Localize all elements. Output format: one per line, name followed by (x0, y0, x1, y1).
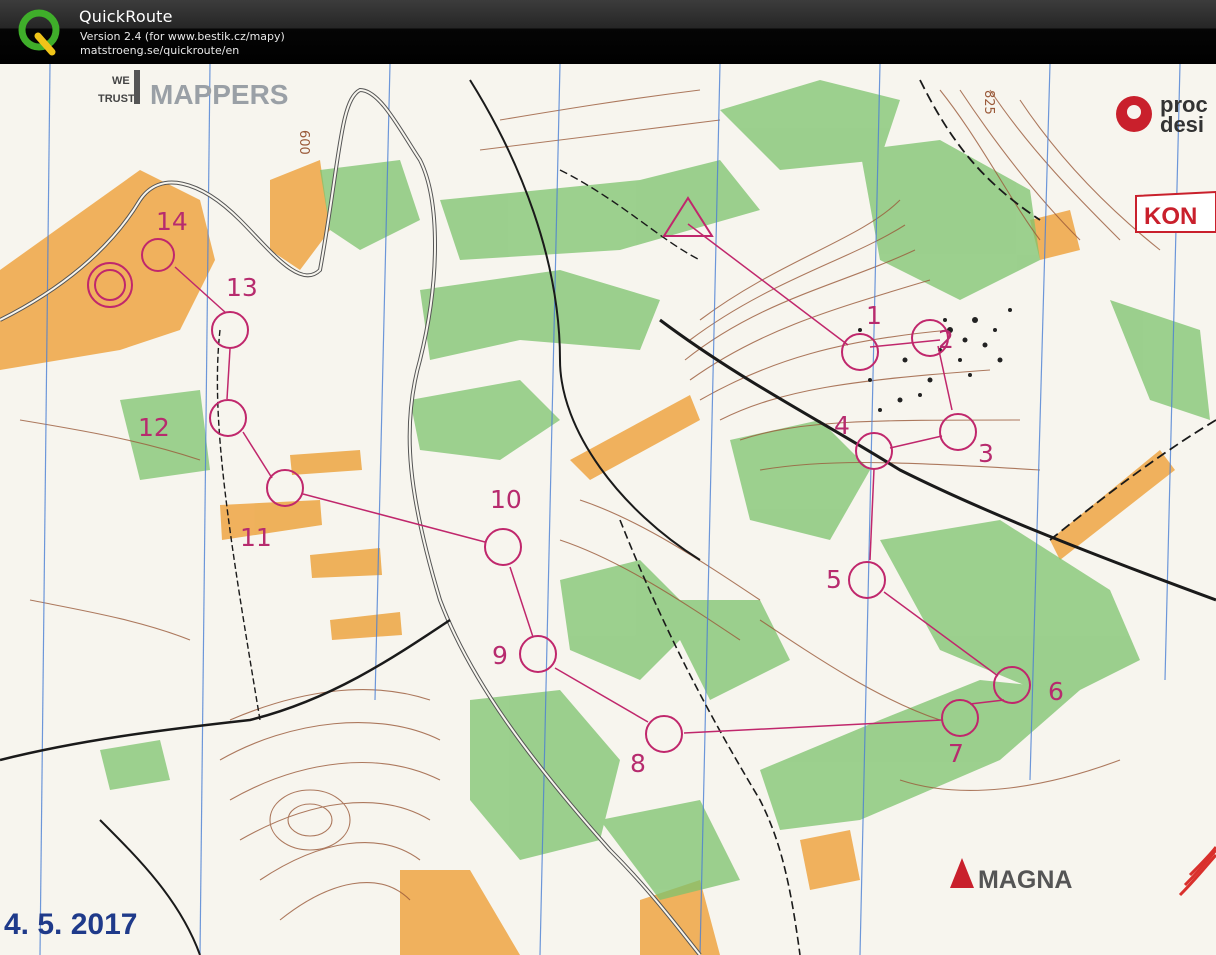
control-13-label: 13 (226, 273, 258, 302)
quickroute-logo-icon (18, 9, 60, 56)
control-10-label: 10 (490, 485, 522, 514)
control-2-label: 2 (938, 325, 954, 354)
control-1-label: 1 (866, 301, 882, 330)
map-canvas: 1 2 3 4 5 6 7 8 9 10 11 12 13 14 600 825… (0, 64, 1216, 955)
app-title: QuickRoute (79, 7, 173, 26)
title-bar: QuickRoute Version 2.4 (for www.bestik.c… (0, 0, 1216, 64)
mappers-text: MAPPERS (150, 79, 288, 110)
contour-label-825: 825 (981, 90, 996, 115)
control-12-label: 12 (138, 413, 170, 442)
orienteering-map-image[interactable]: 1 2 3 4 5 6 7 8 9 10 11 12 13 14 600 825… (0, 64, 1216, 955)
control-6-label: 6 (1048, 677, 1064, 706)
kon-logo: KON (1135, 190, 1216, 233)
proc-line2: desi (1160, 112, 1204, 137)
control-14-label: 14 (156, 207, 188, 236)
control-8-label: 8 (630, 749, 646, 778)
control-4-label: 4 (834, 411, 850, 440)
kon-text: KON (1144, 203, 1197, 230)
version-text: Version 2.4 (for www.bestik.cz/mapy) (80, 30, 285, 43)
proc-logo: proc desi (1116, 92, 1208, 137)
control-3-label: 3 (978, 439, 994, 468)
control-11-label: 11 (240, 523, 272, 552)
control-9-label: 9 (492, 641, 508, 670)
control-7-label: 7 (948, 739, 964, 768)
event-date-text: 4. 5. 2017 (4, 908, 137, 941)
magna-text: MAGNA (978, 866, 1072, 894)
contour-label-600: 600 (296, 130, 311, 155)
website-url: matstroeng.se/quickroute/en (80, 44, 240, 57)
control-5-label: 5 (826, 565, 842, 594)
we-trust-line2: TRUST (98, 93, 135, 105)
we-trust-line1: WE (112, 75, 130, 87)
